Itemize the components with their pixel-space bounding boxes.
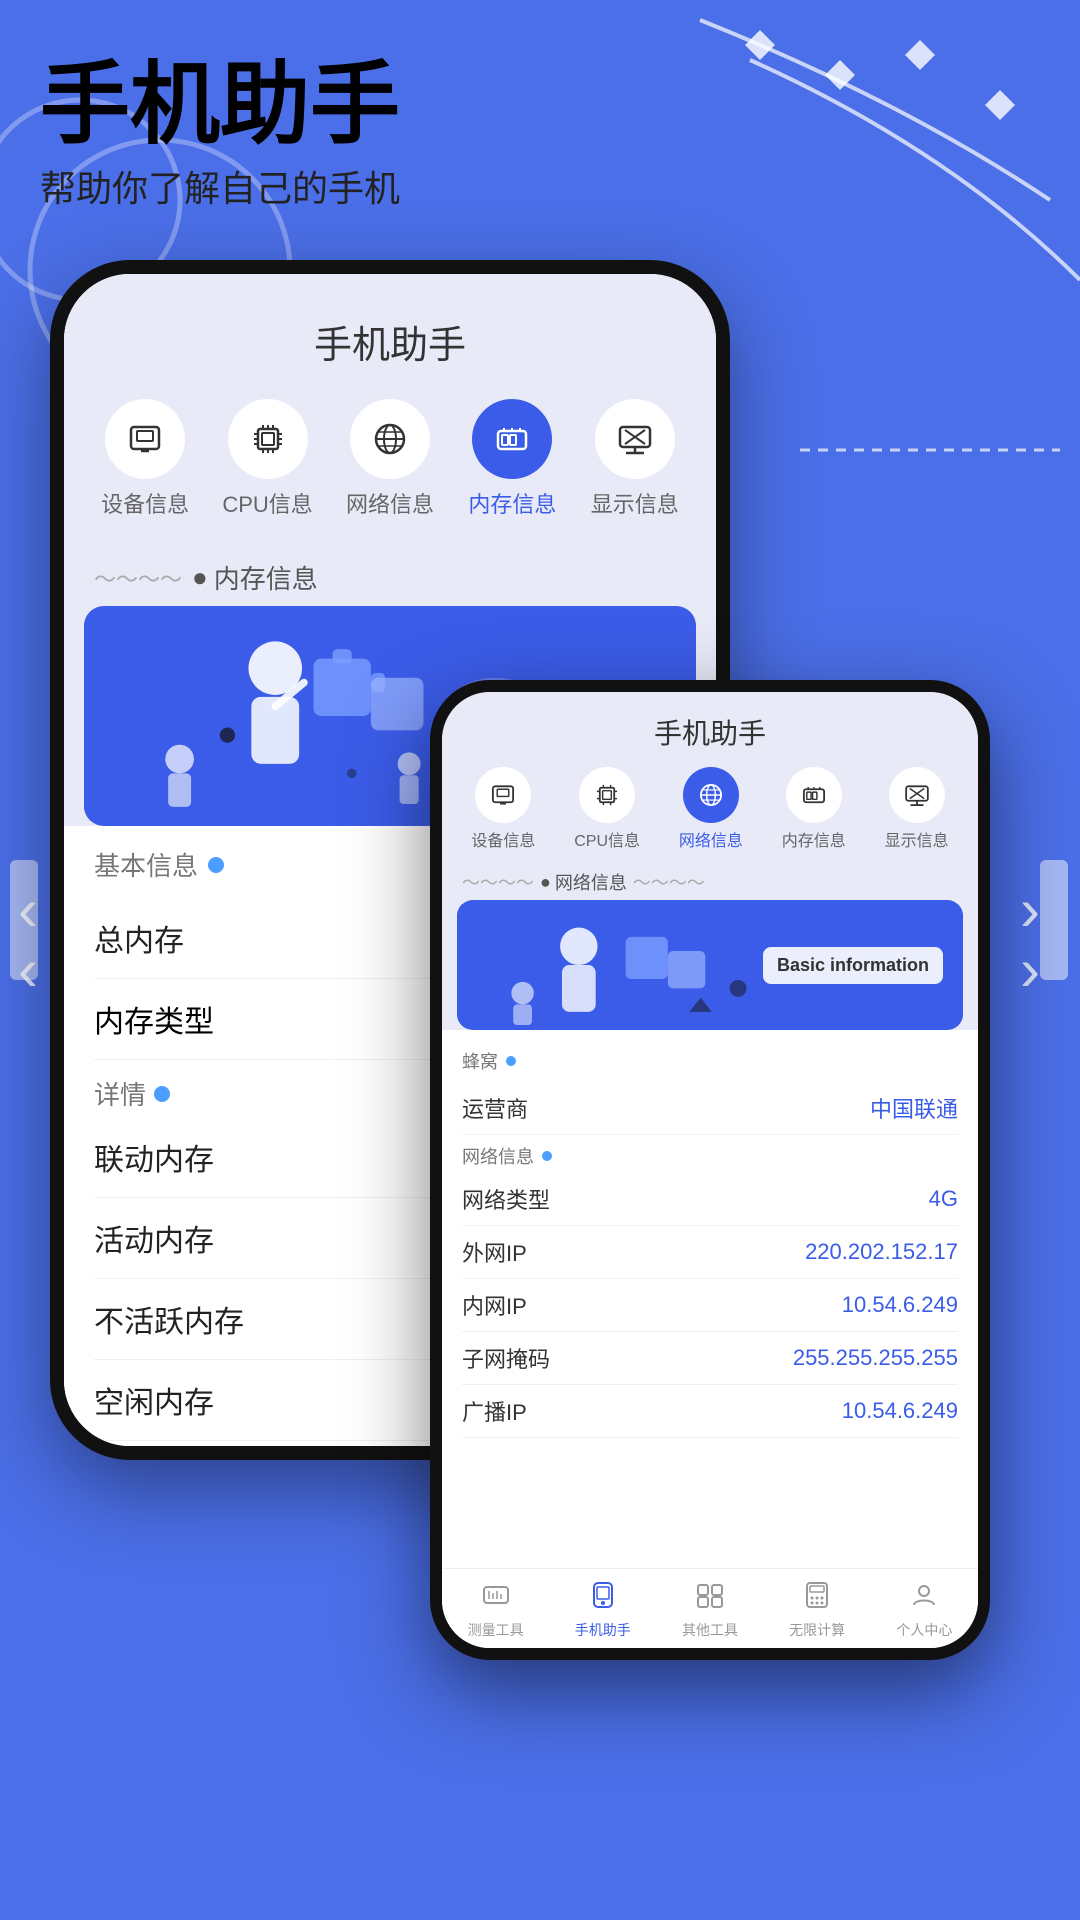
basic-info-label: 基本信息 <box>94 846 198 883</box>
memory-label: 内存信息 <box>468 487 556 519</box>
small-cpu-icon <box>579 767 635 823</box>
bottom-nav-phone[interactable]: 手机助手 <box>575 1581 631 1640</box>
network-label: 网络信息 <box>346 487 434 519</box>
small-display-icon <box>889 767 945 823</box>
small-content-area: 蜂窝 运营商 中国联通 网络信息 网络类型 4G 外网IP 220.202.15… <box>442 1030 978 1568</box>
small-nav-display[interactable]: 显示信息 <box>885 767 949 851</box>
small-device-icon <box>475 767 531 823</box>
measure-label: 测量工具 <box>468 1620 524 1640</box>
large-phone-nav: 设备信息 <box>64 389 716 539</box>
small-illustration: Basic information <box>457 900 963 1030</box>
display-label: 显示信息 <box>591 487 679 519</box>
small-section-header: 〜〜〜〜 ● 网络信息 〜〜〜〜 <box>442 861 978 900</box>
calc-label: 无限计算 <box>789 1620 845 1640</box>
nav-item-cpu[interactable]: CPU信息 <box>218 399 318 519</box>
large-phone-app-title: 手机助手 <box>64 274 716 389</box>
nav-item-network[interactable]: 网络信息 <box>340 399 440 519</box>
small-nav-device[interactable]: 设备信息 <box>471 767 535 851</box>
memory-icon <box>472 399 552 479</box>
cellular-header: 蜂窝 <box>462 1040 958 1082</box>
tools-label: 其他工具 <box>682 1620 738 1640</box>
small-nav-cpu[interactable]: CPU信息 <box>574 767 640 851</box>
small-nav-memory[interactable]: 内存信息 <box>782 767 846 851</box>
display-icon <box>595 399 675 479</box>
nav-item-display[interactable]: 显示信息 <box>585 399 685 519</box>
app-title: 手机助手 <box>40 60 400 150</box>
internal-ip-row: 内网IP 10.54.6.249 <box>462 1279 958 1332</box>
cpu-label: CPU信息 <box>222 487 312 519</box>
carrier-row: 运营商 中国联通 <box>462 1082 958 1135</box>
basic-info-dot <box>208 857 224 873</box>
measure-icon <box>482 1581 510 1616</box>
header: 手机助手 帮助你了解自己的手机 <box>40 60 400 212</box>
small-phone-mockup: 手机助手 设备信息 <box>430 680 990 1660</box>
external-ip-row: 外网IP 220.202.152.17 <box>462 1226 958 1279</box>
bottom-nav-tools[interactable]: 其他工具 <box>682 1581 738 1640</box>
nav-item-memory[interactable]: 内存信息 <box>462 399 562 519</box>
bottom-nav-profile[interactable]: 个人中心 <box>896 1581 952 1640</box>
svg-text:›: › <box>1020 876 1040 943</box>
small-phone-nav: 设备信息 CPU <box>442 762 978 861</box>
large-section-header: 〜〜〜〜 ● 内存信息 <box>64 539 716 606</box>
basic-info-badge: Basic information <box>763 947 943 984</box>
wave-decoration: 〜〜〜〜 <box>94 562 182 594</box>
broadcast-row: 广播IP 10.54.6.249 <box>462 1385 958 1438</box>
svg-text:‹: ‹ <box>18 876 38 943</box>
phone-label: 手机助手 <box>575 1620 631 1640</box>
bottom-nav-measure[interactable]: 测量工具 <box>468 1581 524 1640</box>
cellular-dot <box>506 1056 516 1066</box>
small-memory-icon <box>786 767 842 823</box>
network-info-dot <box>542 1151 552 1161</box>
network-info-header: 网络信息 <box>462 1135 958 1173</box>
network-icon <box>350 399 430 479</box>
svg-text:‹: ‹ <box>18 936 38 1003</box>
bottom-nav-calc[interactable]: 无限计算 <box>789 1581 845 1640</box>
subnet-row: 子网掩码 255.255.255.255 <box>462 1332 958 1385</box>
tools-icon <box>696 1581 724 1616</box>
profile-label: 个人中心 <box>896 1620 952 1640</box>
svg-text:›: › <box>1020 936 1040 1003</box>
small-network-icon <box>683 767 739 823</box>
calc-icon <box>803 1581 831 1616</box>
small-nav-network[interactable]: 网络信息 <box>679 767 743 851</box>
app-subtitle: 帮助你了解自己的手机 <box>40 160 400 212</box>
nav-item-device[interactable]: 设备信息 <box>95 399 195 519</box>
bottom-navigation: 测量工具 手机助手 <box>442 1568 978 1648</box>
device-icon <box>105 399 185 479</box>
small-phone-app-title: 手机助手 <box>442 692 978 762</box>
network-type-row: 网络类型 4G <box>462 1173 958 1226</box>
profile-icon <box>910 1581 938 1616</box>
device-label: 设备信息 <box>101 487 189 519</box>
details-dot <box>154 1086 170 1102</box>
phone-icon <box>589 1581 617 1616</box>
cpu-icon <box>228 399 308 479</box>
